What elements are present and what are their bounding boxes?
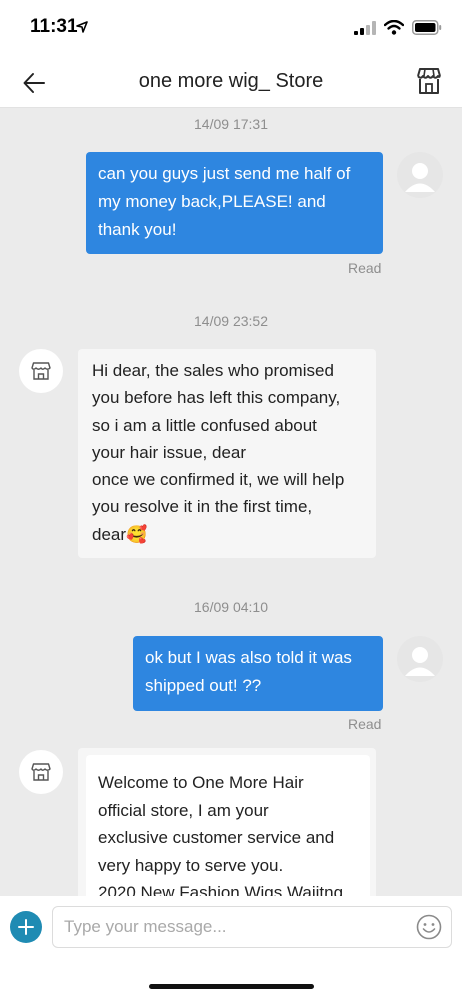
emoji-button[interactable]	[416, 914, 442, 940]
message-line: you before has left this company,	[92, 388, 341, 408]
compose-bar	[0, 896, 462, 962]
home-indicator[interactable]	[149, 984, 314, 989]
storefront-icon	[31, 362, 51, 380]
status-time: 11:31	[30, 16, 78, 37]
storefront-icon	[417, 68, 441, 94]
message-line: you resolve it in the first time,	[92, 497, 313, 517]
plus-icon	[18, 919, 34, 935]
outgoing-message[interactable]: ok but I was also told it was shipped ou…	[133, 636, 383, 711]
message-line: Welcome to One More Hair	[98, 773, 304, 792]
battery-icon	[412, 20, 442, 35]
status-icons	[354, 20, 442, 35]
message-line: official store, I am your	[98, 800, 269, 820]
message-line: dear🥰	[92, 521, 362, 548]
user-silhouette-icon	[405, 647, 435, 676]
timestamp: 14/09 17:31	[194, 116, 268, 132]
outgoing-message[interactable]: can you guys just send me half of my mon…	[86, 152, 383, 254]
timestamp: 14/09 23:52	[194, 313, 268, 329]
incoming-message[interactable]: Hi dear, the sales who promised you befo…	[78, 349, 376, 558]
storefront-icon	[31, 763, 51, 781]
user-avatar	[397, 152, 443, 198]
message-line: 2020 New Fashion Wigs Waiitng	[98, 883, 344, 896]
chat-header: one more wig_ Store	[0, 56, 462, 108]
timestamp: 16/09 04:10	[194, 599, 268, 615]
store-avatar	[19, 750, 63, 794]
location-arrow-icon	[76, 21, 88, 33]
message-line: very happy to serve you.	[98, 855, 284, 875]
user-silhouette-icon	[405, 163, 435, 192]
message-input[interactable]	[52, 906, 452, 948]
store-avatar	[19, 349, 63, 393]
incoming-message[interactable]: Welcome to One More Hair official store,…	[86, 755, 370, 896]
message-line: Hi dear, the sales who promised	[92, 361, 334, 380]
chat-thread[interactable]: 14/09 17:31 can you guys just send me ha…	[0, 108, 462, 896]
signal-icon	[354, 20, 376, 35]
smiley-icon	[416, 914, 442, 940]
message-line: so i am a little confused about	[92, 415, 317, 435]
read-receipt: Read	[348, 716, 382, 732]
page-title: one more wig_ Store	[138, 70, 324, 92]
store-button[interactable]	[414, 66, 444, 96]
message-word: dear	[92, 524, 127, 544]
smiling-face-emoji: 🥰	[126, 524, 148, 544]
read-receipt: Read	[348, 260, 382, 276]
message-line: your hair issue, dear	[92, 442, 247, 462]
message-line: exclusive customer service and	[98, 828, 335, 847]
user-avatar	[397, 636, 443, 682]
home-area	[0, 962, 462, 1000]
message-line: once we confirmed it, we will help	[92, 470, 345, 490]
add-attachment-button[interactable]	[10, 911, 42, 943]
wifi-icon	[384, 20, 404, 35]
status-bar: 11:31	[0, 0, 462, 56]
